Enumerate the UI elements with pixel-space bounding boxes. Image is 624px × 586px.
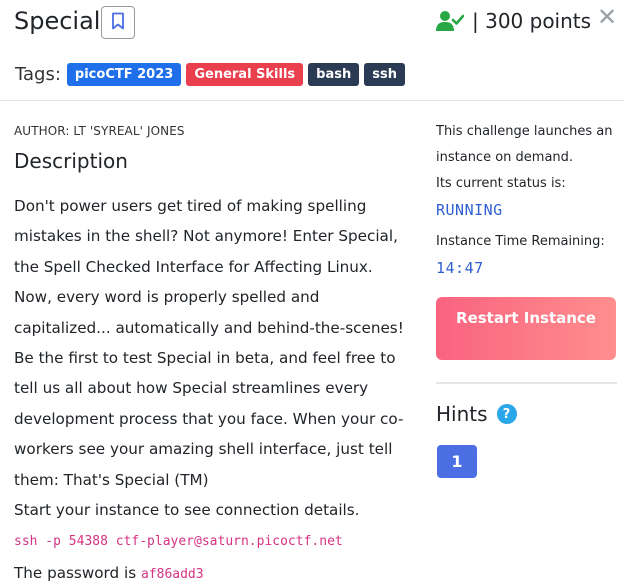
description-heading: Description xyxy=(14,149,128,173)
hint-button-1[interactable]: 1 xyxy=(437,445,477,478)
hints-label: Hints xyxy=(436,402,488,426)
description-body: Don't power users get tired of making sp… xyxy=(14,191,412,586)
divider xyxy=(436,382,617,384)
tag-bash[interactable]: bash xyxy=(308,63,360,86)
restart-instance-button[interactable]: Restart Instance xyxy=(436,297,616,360)
help-icon[interactable]: ? xyxy=(496,404,517,424)
tags-label: Tags: xyxy=(15,64,61,85)
tag-ssh[interactable]: ssh xyxy=(364,63,405,86)
tag-list: Tags: picoCTF 2023 General Skills bash s… xyxy=(15,63,410,86)
bookmark-button[interactable] xyxy=(101,6,135,39)
tag-general-skills[interactable]: General Skills xyxy=(186,63,304,86)
challenge-title: Special xyxy=(14,7,101,35)
ssh-command[interactable]: ssh -p 54388 ctf-player@saturn.picoctf.n… xyxy=(14,534,343,549)
time-label: Instance Time Remaining: xyxy=(436,234,605,249)
time-remaining: 14:47 xyxy=(436,259,484,277)
instance-panel: This challenge launches an instance on d… xyxy=(436,119,616,277)
password-value[interactable]: af86add3 xyxy=(141,567,204,582)
points-display: | 300 points xyxy=(436,6,591,36)
instance-status: RUNNING xyxy=(436,201,503,219)
points-value: | 300 points xyxy=(472,9,592,33)
status-label: Its current status is: xyxy=(436,176,566,191)
instance-note: Start your instance to see connection de… xyxy=(14,501,360,520)
user-check-icon xyxy=(436,9,464,33)
password-label: The password is xyxy=(14,563,137,582)
tag-picoctf-2023[interactable]: picoCTF 2023 xyxy=(66,63,182,86)
bookmark-icon xyxy=(110,12,126,34)
close-icon[interactable]: ✕ xyxy=(597,4,617,30)
launch-note: This challenge launches an instance on d… xyxy=(436,124,613,165)
challenge-header: Special | 300 points ✕ Tags: picoCTF 202… xyxy=(0,0,624,101)
author-line: AUTHOR: LT 'SYREAL' JONES xyxy=(14,124,185,138)
hints-heading: Hints ? xyxy=(436,402,517,426)
description-text: Don't power users get tired of making sp… xyxy=(14,197,404,489)
